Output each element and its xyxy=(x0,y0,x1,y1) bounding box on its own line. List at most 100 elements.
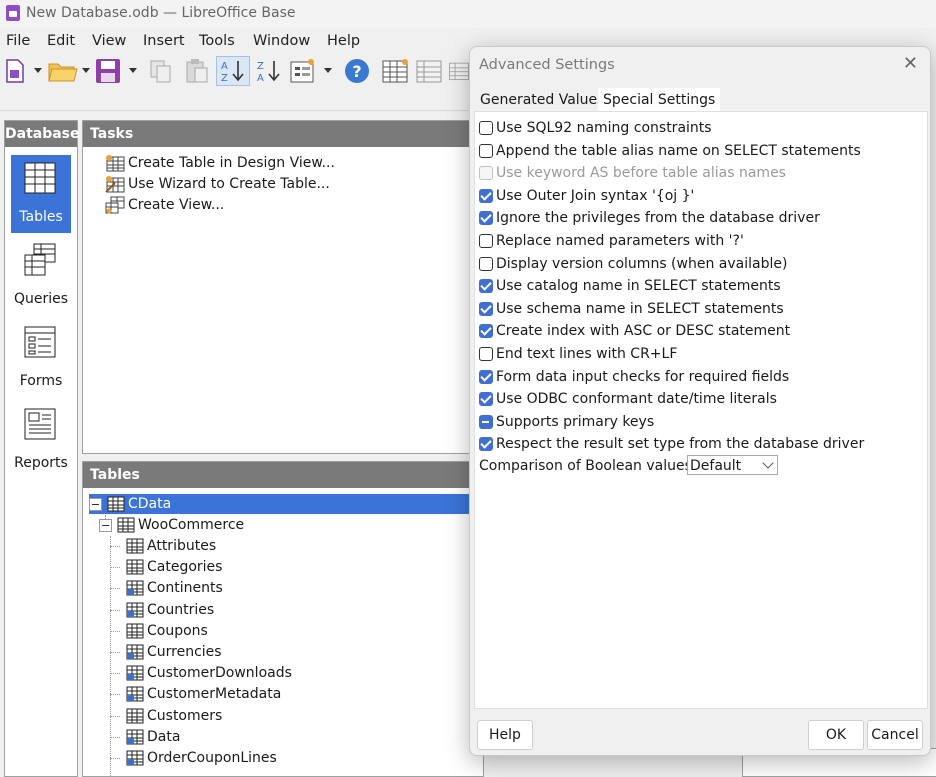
table-icon xyxy=(126,708,144,724)
close-icon[interactable]: ✕ xyxy=(903,55,918,73)
tree-label: Customers xyxy=(147,707,223,724)
copy-icon[interactable] xyxy=(148,56,174,86)
checkbox[interactable] xyxy=(479,437,493,452)
tree-label: Continents xyxy=(147,580,223,597)
new-document-icon[interactable] xyxy=(3,56,27,86)
tree-item-table[interactable]: Currencies xyxy=(126,642,222,662)
sidebar-item-label: Tables xyxy=(19,209,63,225)
menu-help[interactable]: Help xyxy=(327,33,360,49)
tree-item-table[interactable]: Categories xyxy=(126,557,222,577)
menu-file[interactable]: File xyxy=(6,33,30,49)
tables-header: Tables xyxy=(83,462,483,488)
option-checkbox[interactable]: Respect the result set type from the dat… xyxy=(479,434,864,454)
checkbox[interactable] xyxy=(479,121,493,135)
tree-item-table[interactable]: CustomerDownloads xyxy=(126,663,292,683)
table-icon[interactable] xyxy=(414,56,444,86)
option-checkbox[interactable]: End text lines with CR+LF xyxy=(479,344,677,364)
tree-item-woocommerce[interactable]: WooCommerce xyxy=(99,515,244,535)
option-label: Use Outer Join syntax '{oj }' xyxy=(496,187,695,204)
option-checkbox[interactable]: Use schema name in SELECT statements xyxy=(479,299,784,319)
option-label: Use ODBC conformant date/time literals xyxy=(496,391,777,408)
sidebar-item-tables[interactable]: Tables xyxy=(11,155,71,233)
tree-item-table[interactable]: Attributes xyxy=(126,536,216,556)
option-checkbox[interactable]: Use ODBC conformant date/time literals xyxy=(479,389,777,409)
create-view-icon xyxy=(105,196,125,214)
table-icon[interactable] xyxy=(448,56,470,86)
checkbox[interactable] xyxy=(479,392,493,407)
checkbox[interactable] xyxy=(479,256,493,271)
option-checkbox[interactable]: Append the table alias name on SELECT st… xyxy=(479,141,861,161)
ok-button[interactable]: OK xyxy=(808,720,864,750)
checkbox[interactable] xyxy=(479,211,493,226)
menu-tools[interactable]: Tools xyxy=(199,33,235,49)
checkbox[interactable] xyxy=(479,347,493,361)
paste-icon[interactable] xyxy=(184,56,210,86)
form-icon[interactable] xyxy=(288,56,318,86)
special-settings-panel: Use SQL92 naming constraints Append the t… xyxy=(474,111,928,709)
menu-window[interactable]: Window xyxy=(253,33,310,49)
open-folder-icon[interactable] xyxy=(47,56,79,86)
option-checkbox[interactable]: Supports primary keys xyxy=(479,412,654,432)
checkbox[interactable] xyxy=(479,188,493,203)
table-view-icon[interactable] xyxy=(380,56,410,86)
option-checkbox[interactable]: Use catalog name in SELECT statements xyxy=(479,276,781,296)
option-checkbox[interactable]: Form data input checks for required fiel… xyxy=(479,367,789,387)
task-table-wizard[interactable]: Use Wizard to Create Table... xyxy=(105,174,330,194)
checkbox[interactable] xyxy=(479,234,493,248)
tab-special-settings[interactable]: Special Settings xyxy=(598,88,721,112)
tree-label: Coupons xyxy=(147,622,208,639)
checkbox[interactable] xyxy=(479,414,493,429)
tree-item-table[interactable]: CustomerMetadata xyxy=(126,684,281,704)
option-checkbox[interactable]: Use SQL92 naming constraints xyxy=(479,118,712,138)
task-label: Use Wizard to Create Table... xyxy=(128,176,330,192)
sidebar-item-forms[interactable]: Forms xyxy=(11,319,71,397)
tree-item-table[interactable]: Countries xyxy=(126,600,214,620)
reports-icon xyxy=(24,408,56,440)
checkbox xyxy=(479,166,493,181)
tree-item-table[interactable]: Data xyxy=(126,727,180,747)
table-icon xyxy=(126,602,144,618)
task-label: Create Table in Design View... xyxy=(128,155,335,171)
tree-item-table[interactable]: Customers xyxy=(126,706,222,726)
menu-insert[interactable]: Insert xyxy=(143,33,185,49)
queries-icon xyxy=(24,243,56,276)
checkbox[interactable] xyxy=(479,143,493,158)
checkbox[interactable] xyxy=(479,324,493,339)
collapse-icon[interactable] xyxy=(99,518,112,532)
sort-descending-icon[interactable]: ZA xyxy=(253,56,285,86)
cancel-button[interactable]: Cancel xyxy=(867,720,923,750)
checkbox[interactable] xyxy=(479,369,493,384)
tree-item-table[interactable]: OrderCouponLines xyxy=(126,748,277,768)
tree-item-table[interactable]: Continents xyxy=(126,578,223,598)
menu-edit[interactable]: Edit xyxy=(47,33,75,49)
table-icon xyxy=(126,559,144,575)
option-checkbox[interactable]: Create index with ASC or DESC statement xyxy=(479,321,790,341)
checkbox[interactable] xyxy=(479,301,493,316)
menu-view[interactable]: View xyxy=(92,33,126,49)
option-label: Form data input checks for required fiel… xyxy=(496,368,790,385)
sidebar-item-queries[interactable]: Queries xyxy=(11,237,71,315)
task-create-table-design[interactable]: Create Table in Design View... xyxy=(105,153,335,173)
collapse-icon[interactable] xyxy=(89,497,102,511)
advanced-settings-dialog: Advanced Settings ✕ Generated Values Spe… xyxy=(469,46,931,756)
sidebar-item-label: Queries xyxy=(13,291,69,307)
save-icon[interactable] xyxy=(94,56,122,86)
task-create-view[interactable]: Create View... xyxy=(105,195,224,215)
sort-ascending-icon[interactable]: AZ xyxy=(216,56,250,86)
help-button[interactable]: Help xyxy=(477,720,533,750)
option-label: Append the table alias name on SELECT st… xyxy=(496,142,861,159)
tree-item-cdata[interactable]: CData xyxy=(89,494,477,514)
boolean-comparison-select[interactable]: Default xyxy=(687,455,778,475)
tree-item-table[interactable]: Coupons xyxy=(126,621,208,641)
help-icon[interactable]: ? xyxy=(342,56,372,86)
option-checkbox[interactable]: Display version columns (when available) xyxy=(479,254,787,274)
tab-generated-values[interactable]: Generated Values xyxy=(475,88,609,112)
title-bar: New Database.odb — LibreOffice Base xyxy=(0,0,936,28)
option-checkbox[interactable]: Ignore the privileges from the database … xyxy=(479,208,820,228)
checkbox[interactable] xyxy=(479,279,493,294)
option-checkbox[interactable]: Use Outer Join syntax '{oj }' xyxy=(479,186,694,206)
sidebar-item-label: Reports xyxy=(14,455,68,471)
sidebar-item-reports[interactable]: Reports xyxy=(11,401,71,479)
option-checkbox[interactable]: Replace named parameters with '?' xyxy=(479,231,744,251)
table-icon xyxy=(126,686,144,702)
